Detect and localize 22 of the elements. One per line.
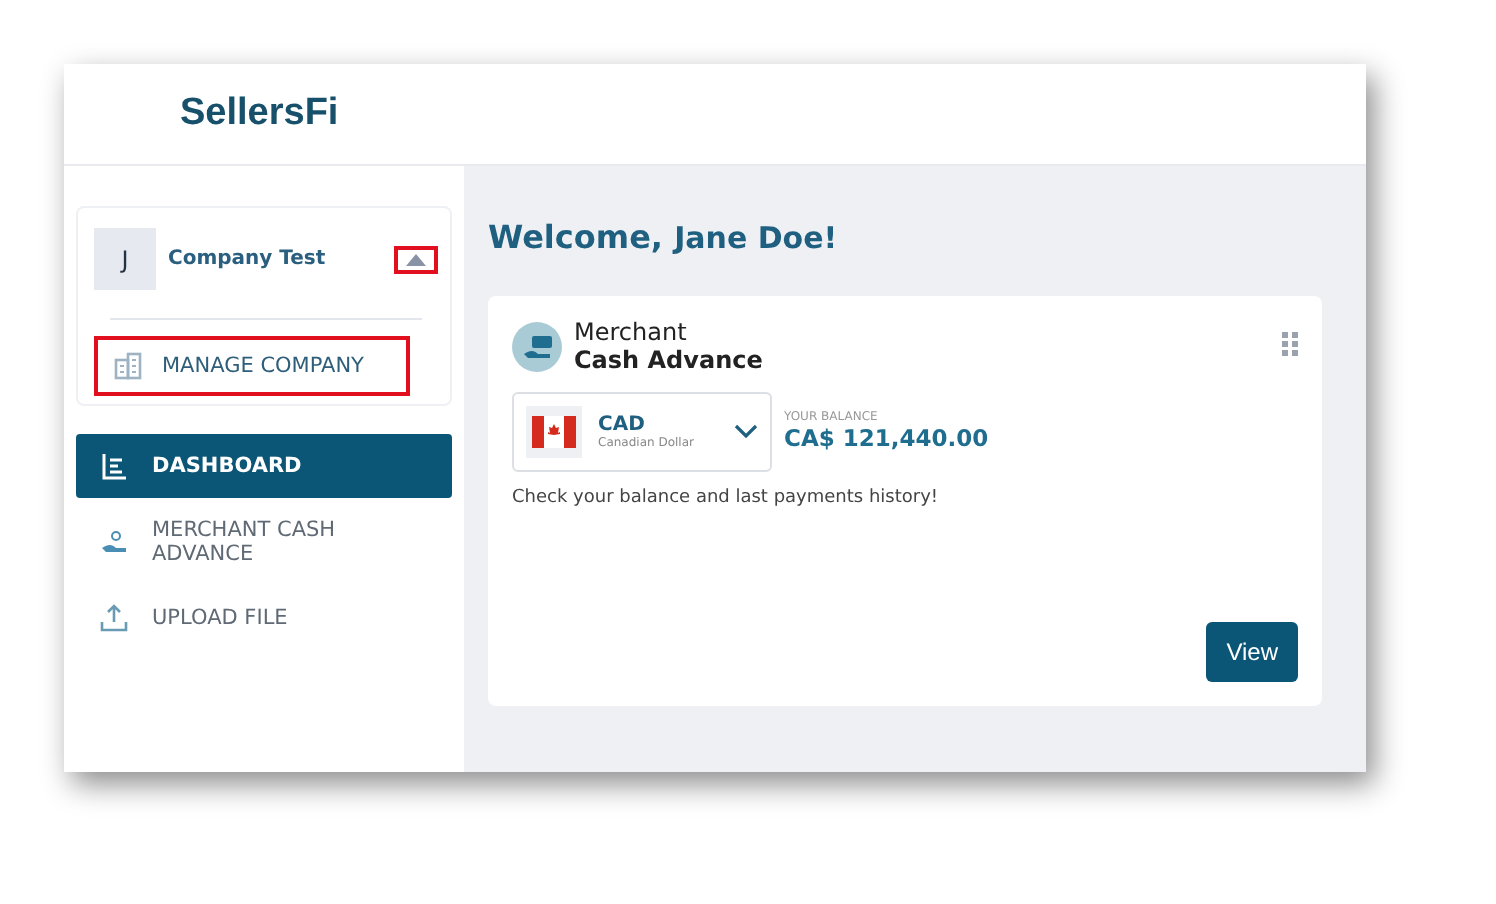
caret-icon [406,253,426,265]
manage-company-item[interactable]: MANAGE COMPANY [94,336,410,396]
hand-coin-icon [100,528,128,556]
building-icon [114,352,142,380]
balance-amount: CA$ 121,440.00 [784,424,989,453]
nav-item[interactable]: DASHBOARD [76,434,452,498]
canada-flag-icon [532,415,576,448]
chart-icon [100,452,128,480]
nav-item[interactable]: MERCHANT CASH ADVANCE [76,510,452,574]
welcome-heading: Welcome, Jane Doe! [488,218,840,256]
cash-icon [512,322,562,373]
chevron-down-icon [734,423,758,440]
collapse-toggle[interactable] [394,245,438,273]
upload-icon [100,604,128,632]
card-title: Merchant Cash Advance [574,320,765,376]
company-avatar: J [94,228,156,290]
card-description: Check your balance and last payments history! [512,487,941,508]
view-button[interactable]: View [1206,622,1298,682]
nav-item[interactable]: UPLOAD FILE [76,586,452,650]
sellersfi-logo: SellersFi [180,92,339,136]
drag-handle-icon[interactable] [1282,332,1298,356]
company-name: Company Test [168,248,328,270]
